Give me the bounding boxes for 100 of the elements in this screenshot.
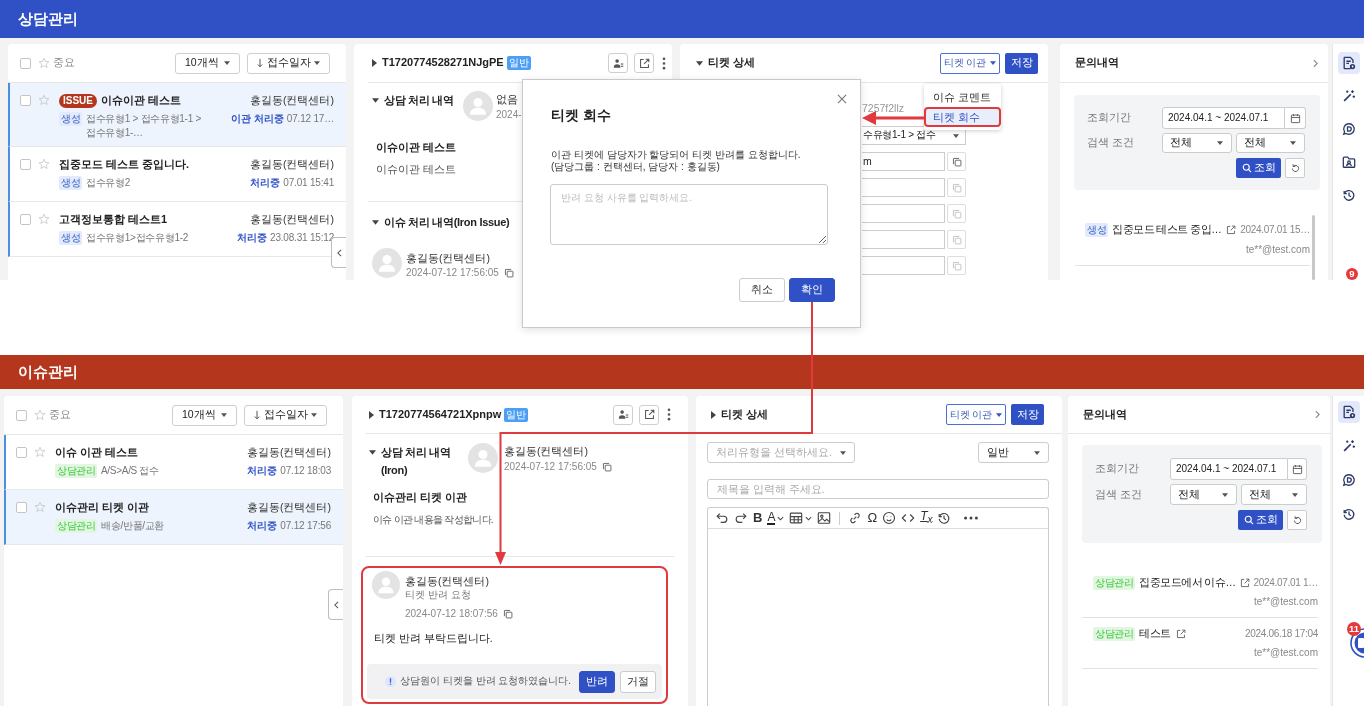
star-icon[interactable]	[38, 57, 50, 69]
action-button[interactable]: 거절	[620, 670, 656, 693]
copy-button[interactable]	[947, 152, 966, 171]
close-icon[interactable]	[837, 94, 847, 104]
row-checkbox[interactable]	[20, 95, 31, 106]
category-select[interactable]: 수유형1-1 > 접수	[862, 126, 966, 145]
reset-button[interactable]	[1287, 510, 1307, 530]
bold-button[interactable]: B	[753, 511, 763, 525]
star-icon[interactable]	[34, 446, 46, 458]
row-checkbox[interactable]	[20, 214, 31, 225]
sidebar-button[interactable]	[1337, 52, 1360, 74]
undo-icon[interactable]	[715, 511, 729, 525]
chevron-down-icon[interactable]	[777, 515, 785, 521]
reason-textarea[interactable]: 반려 요청 사유를 입력하세요.	[550, 184, 828, 245]
copy-icon[interactable]	[601, 462, 612, 472]
redo-icon[interactable]	[734, 511, 748, 525]
copy-icon[interactable]	[502, 609, 513, 619]
page-size-select[interactable]: 10개씩	[175, 52, 240, 74]
collapse-handle[interactable]	[328, 589, 343, 620]
table-icon[interactable]	[789, 511, 804, 525]
agent-name: 홍길동(컨택센터)	[250, 212, 334, 227]
condition-select[interactable]: 전체	[1162, 133, 1232, 153]
dialog-button[interactable]: 확인	[789, 278, 835, 302]
assign-button[interactable]	[608, 53, 628, 73]
priority-select[interactable]: 일반	[978, 442, 1049, 463]
star-icon[interactable]	[38, 94, 50, 106]
text-field[interactable]	[862, 178, 945, 197]
font-color-button[interactable]: A	[767, 511, 776, 525]
external-link-icon[interactable]	[1175, 629, 1186, 639]
clear-format-button[interactable]: T$_{x}$	[920, 508, 933, 528]
chevron-right-icon[interactable]	[1313, 58, 1318, 68]
transfer-dropdown-button[interactable]: 티켓 이관	[946, 404, 1006, 425]
search-button[interactable]: 조회	[1238, 510, 1283, 530]
star-icon[interactable]	[34, 501, 46, 513]
caret-down-icon[interactable]	[696, 60, 703, 66]
sort-select[interactable]: 접수일자	[244, 404, 327, 426]
sidebar-button[interactable]	[1337, 401, 1360, 423]
menu-item[interactable]: 이슈 코멘트	[924, 87, 1001, 107]
text-field[interactable]: m	[862, 152, 945, 171]
calendar-button[interactable]	[1285, 107, 1306, 129]
image-icon[interactable]	[817, 511, 832, 525]
kebab-menu-icon[interactable]	[662, 56, 666, 70]
copy-icon[interactable]	[503, 268, 514, 278]
sort-select[interactable]: 접수일자	[247, 52, 330, 74]
link-icon[interactable]	[848, 511, 863, 525]
ticket-row[interactable]: ISSUE 이슈이관 테스트 홍길동(컨택센터) 생성 접수유형1 > 접수유형1-1 > 접수유형1-… 이관 처리중 07.12 17…	[8, 83, 346, 147]
text-field[interactable]	[862, 256, 945, 275]
chevron-down-icon[interactable]	[805, 515, 813, 521]
star-icon[interactable]	[38, 213, 50, 225]
history-icon[interactable]	[937, 511, 952, 525]
select-all-checkbox[interactable]	[16, 409, 27, 421]
ticket-row[interactable]: 이슈관리 티켓 이관 홍길동(컨택센터) 상담관리 배송/반품/교환 처리중 07.12 17:56	[4, 490, 343, 545]
code-icon[interactable]	[901, 511, 916, 525]
row-checkbox[interactable]	[16, 502, 27, 513]
caret-right-icon[interactable]	[369, 410, 374, 419]
text-field[interactable]	[862, 204, 945, 223]
calendar-button[interactable]	[1288, 458, 1307, 480]
panel-title: 문의내역	[1075, 56, 1119, 70]
open-window-button[interactable]	[639, 404, 659, 425]
external-link-icon[interactable]	[1226, 225, 1237, 235]
ticket-row[interactable]: 집중모드 테스트 중입니다. 홍길동(컨택센터) 생성 접수유형2 처리중 07.01 15:41	[8, 147, 346, 202]
save-button[interactable]: 저장	[1005, 52, 1038, 74]
editor-field[interactable]: B A Ω T$_{x}$	[707, 507, 1049, 706]
chevron-right-icon[interactable]	[1315, 410, 1320, 419]
transfer-dropdown-button[interactable]: 티켓 이관	[940, 52, 1000, 74]
caret-right-icon[interactable]	[372, 59, 377, 67]
menu-item[interactable]: 티켓 회수	[924, 107, 1001, 127]
inquiry-title[interactable]: 테스트	[1139, 627, 1171, 641]
more-icon[interactable]	[964, 516, 979, 520]
caret-down-icon[interactable]	[369, 449, 376, 455]
search-button[interactable]: 조회	[1236, 158, 1281, 178]
inquiry-title[interactable]: 집중모드에서 이슈…	[1139, 576, 1236, 590]
caret-down-icon[interactable]	[372, 97, 379, 103]
external-link-icon[interactable]	[1240, 578, 1251, 588]
scrollbar[interactable]	[1312, 215, 1315, 280]
row-checkbox[interactable]	[20, 159, 31, 170]
text-field[interactable]	[862, 230, 945, 249]
row-checkbox[interactable]	[16, 447, 27, 458]
save-button[interactable]: 저장	[1011, 404, 1044, 425]
special-char-button[interactable]: Ω	[867, 511, 878, 525]
dialog-button[interactable]: 취소	[739, 278, 785, 302]
kebab-menu-icon[interactable]	[667, 408, 671, 421]
star-icon[interactable]	[34, 409, 46, 421]
action-button[interactable]: 반려	[579, 670, 615, 693]
date-range-field[interactable]: 2024.04.1 ~ 2024.07.1	[1170, 458, 1288, 480]
date-range-field[interactable]: 2024.04.1 ~ 2024.07.1	[1162, 107, 1285, 129]
subject-input[interactable]: 제목을 입력해 주세요.	[707, 479, 1049, 499]
star-icon[interactable]	[38, 158, 50, 170]
page-size-select[interactable]: 10개씩	[172, 404, 237, 426]
inquiry-title[interactable]: 집중모드 테스트 중입…	[1112, 223, 1222, 237]
caret-right-icon[interactable]	[711, 410, 716, 419]
condition-select[interactable]: 전체	[1170, 484, 1237, 505]
caret-down-icon[interactable]	[372, 219, 379, 225]
condition-select[interactable]: 전체	[1241, 484, 1307, 505]
condition-select[interactable]: 전체	[1236, 133, 1305, 153]
emoji-icon[interactable]	[882, 511, 897, 525]
open-window-button[interactable]	[634, 53, 654, 73]
select-all-checkbox[interactable]	[20, 57, 31, 69]
assign-button[interactable]	[613, 404, 633, 425]
reset-button[interactable]	[1285, 158, 1305, 178]
